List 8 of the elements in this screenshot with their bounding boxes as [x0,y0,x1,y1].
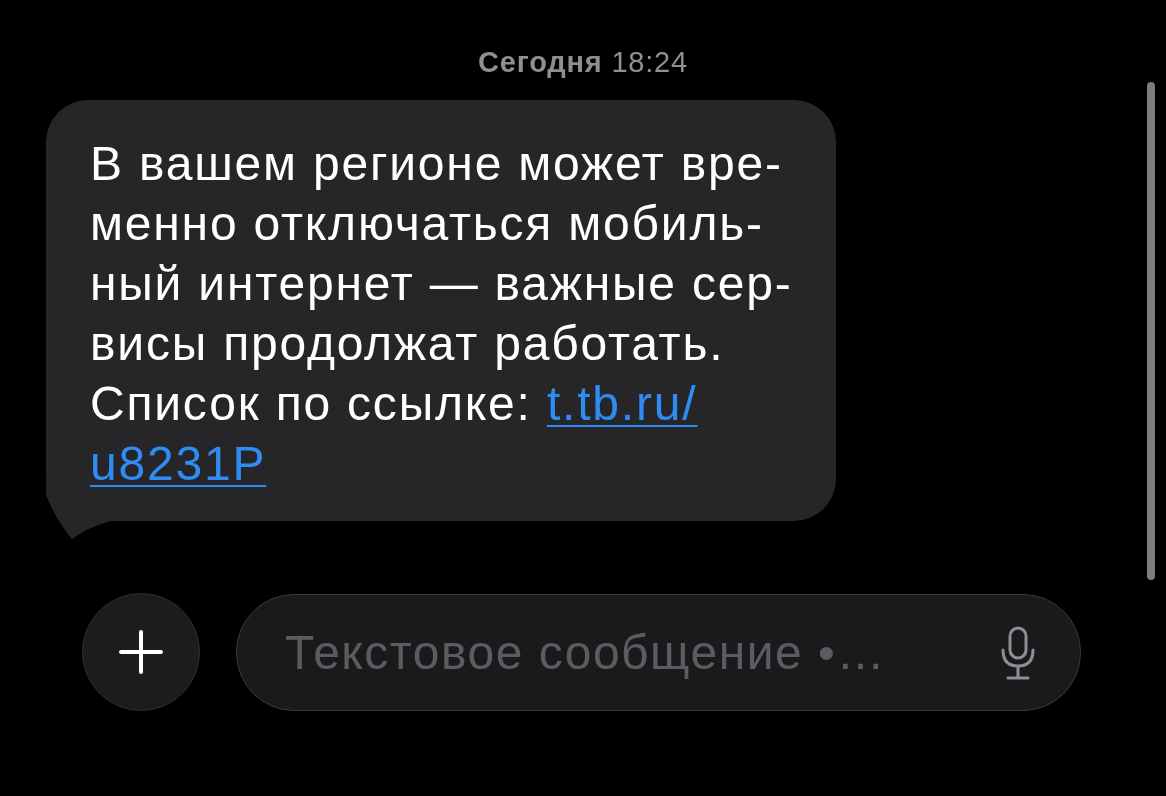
scrollbar[interactable] [1147,82,1155,580]
message-text: В вашем регионе может вре- менно отключаться мобиль- ный интернет — важные сер- висы продолжат работать. Список по ссылке: t.tb.ru/ u8231P [90,136,794,492]
message-input-field[interactable]: Текстовое сообщение •… [236,593,1081,711]
timestamp: Сегодня 18:24 [478,45,688,80]
microphone-icon[interactable] [1001,625,1035,680]
link[interactable]: t.tb.ru/ [546,377,698,430]
plus-icon [119,630,163,674]
link[interactable]: u8231P [90,437,267,490]
